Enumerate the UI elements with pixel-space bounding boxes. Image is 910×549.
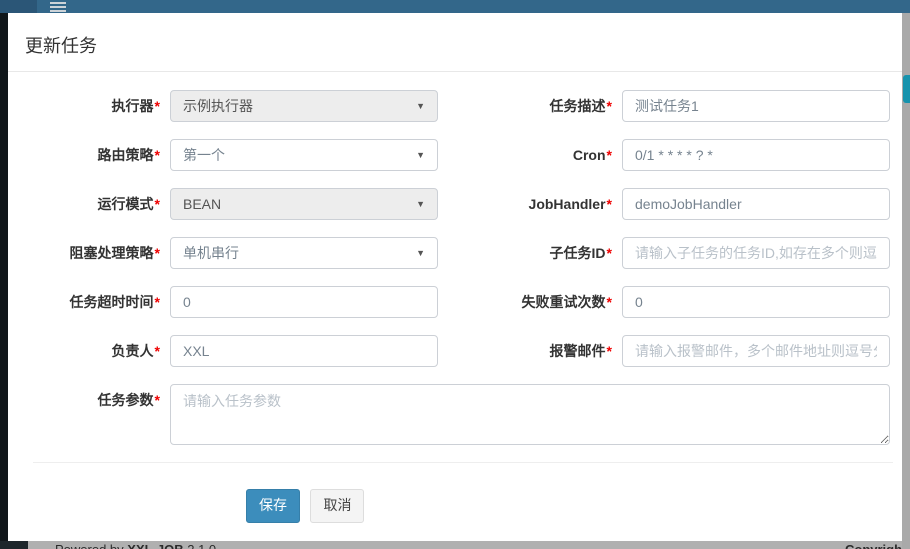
form-row: 任务参数* — [25, 384, 902, 445]
required-marker: * — [607, 98, 612, 114]
modal-title: 更新任务 — [25, 32, 885, 58]
form-row: 任务超时时间* 失败重试次数* — [25, 286, 902, 318]
brand-name: XXL-JOB — [127, 542, 183, 549]
chevron-down-icon: ▼ — [416, 101, 425, 111]
alarm-email-input[interactable] — [622, 335, 890, 367]
sidebar-corner — [0, 541, 28, 549]
route-strategy-select[interactable]: 第一个 ▼ — [170, 139, 438, 171]
timeout-label: 任务超时时间* — [25, 286, 160, 318]
top-navbar — [0, 0, 910, 13]
required-marker: * — [155, 196, 160, 212]
required-marker: * — [607, 147, 612, 163]
child-job-id-label: 子任务ID* — [448, 237, 612, 269]
scrollbar-track[interactable] — [902, 13, 910, 549]
owner-input[interactable] — [170, 335, 438, 367]
form-row: 执行器* 示例执行器 ▼ 任务描述* — [25, 90, 902, 122]
form-row: 路由策略* 第一个 ▼ Cron* — [25, 139, 902, 171]
executor-label: 执行器* — [25, 90, 160, 122]
powered-by-text: Powered by XXL-JOB 2.1.0 — [55, 542, 216, 549]
run-mode-select: BEAN ▼ — [170, 188, 438, 220]
required-marker: * — [155, 245, 160, 261]
scrollbar-thumb[interactable] — [903, 75, 910, 103]
route-strategy-label: 路由策略* — [25, 139, 160, 171]
modal-backdrop-left — [0, 13, 8, 549]
modal-header: 更新任务 — [8, 13, 902, 72]
block-strategy-select[interactable]: 单机串行 ▼ — [170, 237, 438, 269]
timeout-input[interactable] — [170, 286, 438, 318]
job-handler-input[interactable] — [622, 188, 890, 220]
required-marker: * — [155, 147, 160, 163]
required-marker: * — [155, 98, 160, 114]
chevron-down-icon: ▼ — [416, 150, 425, 160]
page-footer: Powered by XXL-JOB 2.1.0 Copyright © 2 — [28, 541, 910, 549]
job-param-textarea[interactable] — [170, 384, 890, 445]
child-job-id-input[interactable] — [622, 237, 890, 269]
form-row: 负责人* 报警邮件* — [25, 335, 902, 367]
cancel-button[interactable]: 取消 — [310, 489, 364, 523]
copyright-text: Copyright © 2 — [845, 542, 910, 549]
job-param-label: 任务参数* — [25, 384, 160, 445]
chevron-down-icon: ▼ — [416, 199, 425, 209]
update-task-modal: 更新任务 执行器* 示例执行器 ▼ 任务描述* 路由策略* 第一个 ▼ Cron… — [8, 13, 902, 541]
cron-label: Cron* — [448, 139, 612, 171]
required-marker: * — [155, 343, 160, 359]
required-marker: * — [607, 196, 612, 212]
form-row: 运行模式* BEAN ▼ JobHandler* — [25, 188, 902, 220]
job-desc-input[interactable] — [622, 90, 890, 122]
chevron-down-icon: ▼ — [416, 248, 425, 258]
required-marker: * — [607, 343, 612, 359]
form-row: 阻塞处理策略* 单机串行 ▼ 子任务ID* — [25, 237, 902, 269]
fail-retry-label: 失败重试次数* — [448, 286, 612, 318]
required-marker: * — [607, 245, 612, 261]
update-task-form: 执行器* 示例执行器 ▼ 任务描述* 路由策略* 第一个 ▼ Cron* 运行模… — [8, 72, 902, 523]
block-strategy-label: 阻塞处理策略* — [25, 237, 160, 269]
hamburger-icon[interactable] — [50, 2, 66, 13]
form-actions: 保存 取消 — [246, 489, 902, 523]
required-marker: * — [607, 294, 612, 310]
save-button[interactable]: 保存 — [246, 489, 300, 523]
required-marker: * — [155, 392, 160, 408]
app-logo — [0, 0, 37, 13]
alarm-email-label: 报警邮件* — [448, 335, 612, 367]
run-mode-label: 运行模式* — [25, 188, 160, 220]
cron-input[interactable] — [622, 139, 890, 171]
required-marker: * — [155, 294, 160, 310]
owner-label: 负责人* — [25, 335, 160, 367]
job-handler-label: JobHandler* — [448, 188, 612, 220]
fail-retry-input[interactable] — [622, 286, 890, 318]
form-divider — [33, 462, 893, 463]
job-desc-label: 任务描述* — [448, 90, 612, 122]
executor-select: 示例执行器 ▼ — [170, 90, 438, 122]
